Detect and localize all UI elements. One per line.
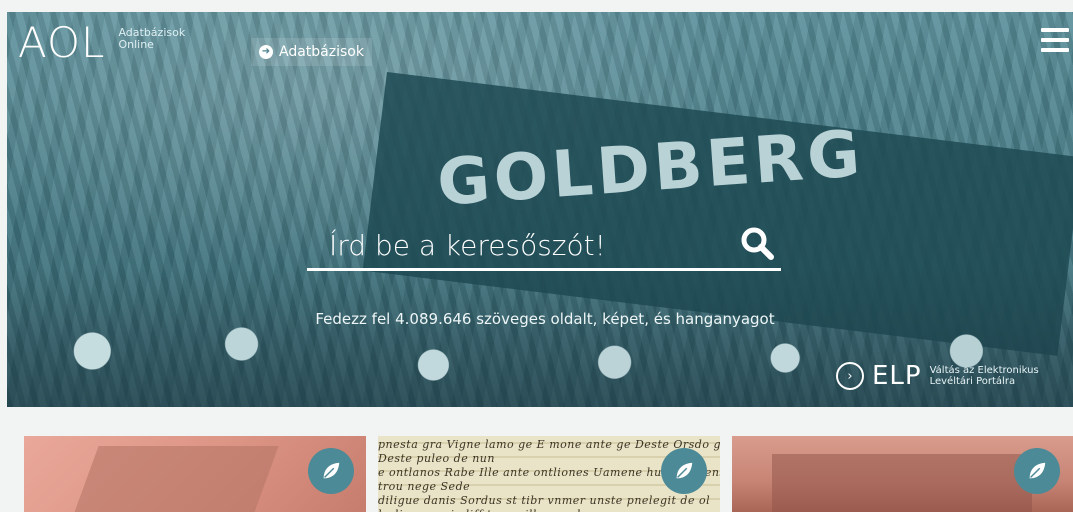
logo-mark: AOL [18, 18, 106, 67]
collection-card-1[interactable] [24, 436, 366, 512]
hamburger-menu-icon[interactable] [1041, 28, 1069, 52]
chevron-right-circle-icon: › [836, 362, 864, 390]
manuscript-line-3: diligue danis Sordus st tibr vnmer unste… [378, 494, 711, 512]
search-icon[interactable] [740, 226, 774, 260]
tagline: Fedezz fel 4.089.646 szöveges oldalt, ké… [315, 310, 775, 328]
search-box [307, 222, 781, 271]
leaf-icon [661, 448, 707, 494]
leaf-glyph [676, 462, 693, 479]
leaf-icon [1014, 448, 1060, 494]
logo-subtitle-line-2: Online [118, 38, 154, 51]
menu-bar-bottom [1041, 48, 1069, 52]
databases-link[interactable]: ➜ Adatbázisok [251, 38, 372, 66]
menu-bar-top [1041, 28, 1069, 32]
leaf-glyph [323, 462, 340, 479]
collection-card-3[interactable] [732, 436, 1073, 512]
elp-subtitle-line-1: Váltás az Elektronikus [929, 365, 1039, 376]
leaf-glyph [1029, 462, 1046, 479]
collection-card-2[interactable]: pnesta gra Vigne lamo ge E mone ante ge … [378, 436, 720, 512]
card-photo [772, 454, 1032, 512]
elp-mark: ELP [872, 361, 922, 391]
databases-link-label: Adatbázisok [279, 44, 364, 60]
elp-subtitle-line-2: Levéltári Portálra [929, 376, 1016, 387]
card-photo [69, 446, 279, 512]
menu-bar-middle [1041, 38, 1069, 42]
leaf-icon [308, 448, 354, 494]
search-input[interactable] [327, 222, 731, 268]
logo-subtitle: Adatbázisok Online [118, 27, 185, 51]
arrow-right-circle-icon: ➜ [259, 45, 273, 59]
elp-subtitle: Váltás az Elektronikus Levéltári Portálr… [930, 365, 1039, 387]
elp-portal-link[interactable]: › ELP Váltás az Elektronikus Levéltári P… [836, 361, 1039, 391]
site-logo[interactable]: AOL Adatbázisok Online [18, 22, 185, 64]
hero-banner: GOLDBERG [7, 12, 1073, 407]
